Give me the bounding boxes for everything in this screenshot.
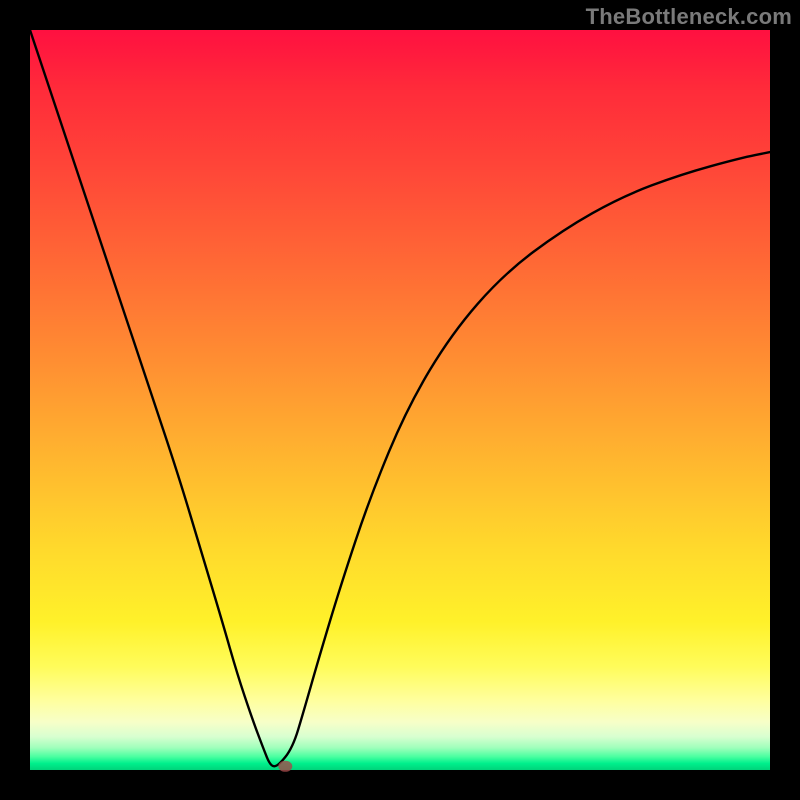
plot-area	[30, 30, 770, 770]
chart-frame: TheBottleneck.com	[0, 0, 800, 800]
watermark-text: TheBottleneck.com	[586, 4, 792, 30]
curve-path	[30, 30, 770, 766]
minimum-marker	[278, 761, 292, 772]
bottleneck-curve	[30, 30, 770, 770]
